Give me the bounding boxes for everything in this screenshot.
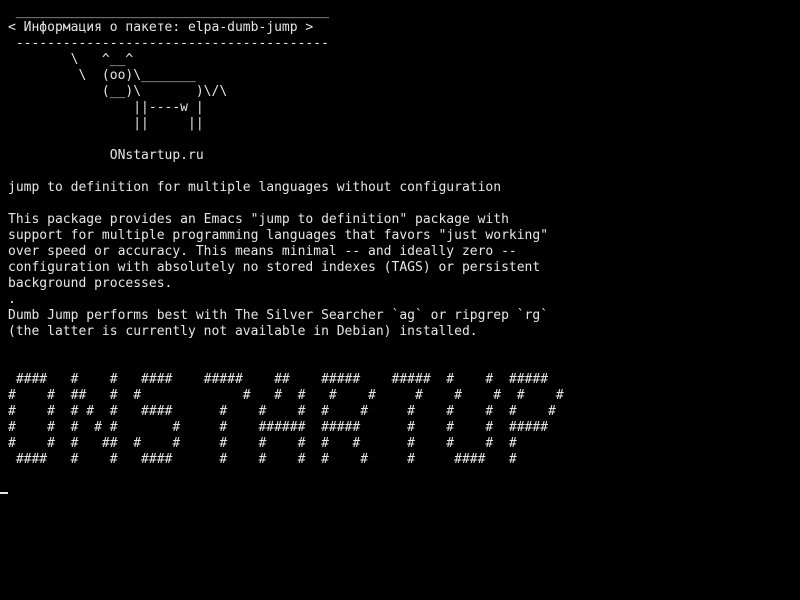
terminal-line: . [8, 292, 16, 307]
terminal-line: \ ^__^ [8, 52, 134, 67]
terminal-line: ||----w | [8, 100, 204, 115]
terminal-line: # # # # # # # ###### ##### # # # ##### [8, 420, 549, 435]
terminal-line: Dumb Jump performs best with The Silver … [8, 308, 549, 323]
terminal-line: #### # # #### ##### ## ##### ##### # # #… [8, 372, 549, 387]
terminal-line: < Информация о пакете: elpa-dumb-jump > [8, 20, 314, 35]
terminal-line: # # # ## # # # # # # # # # # # [8, 436, 517, 451]
terminal-line: (the latter is currently not available i… [8, 324, 478, 339]
terminal-line: # # ## # # # # # # # # # # # # [8, 388, 564, 403]
terminal-line: ---------------------------------------- [8, 36, 329, 51]
terminal-line: configuration with absolutely no stored … [8, 260, 541, 275]
terminal-line: jump to definition for multiple language… [8, 180, 502, 195]
terminal-line: background processes. [8, 276, 173, 291]
terminal-line: #### # # #### # # # # # # #### # [8, 452, 517, 467]
text-cursor [0, 492, 8, 494]
terminal-line: (__)\ )\/\ [8, 84, 228, 99]
terminal-line: || || [8, 116, 204, 131]
terminal-line: # # # # # #### # # # # # # # # # # [8, 404, 556, 419]
terminal-window[interactable]: ________________________________________… [0, 0, 800, 600]
terminal-line: ONstartup.ru [8, 148, 204, 163]
terminal-line: \ (oo)\_______ [8, 68, 196, 83]
terminal-line: This package provides an Emacs "jump to … [8, 212, 509, 227]
terminal-line: support for multiple programming languag… [8, 228, 549, 243]
terminal-line: ________________________________________ [8, 4, 329, 19]
terminal-line: over speed or accuracy. This means minim… [8, 244, 517, 259]
